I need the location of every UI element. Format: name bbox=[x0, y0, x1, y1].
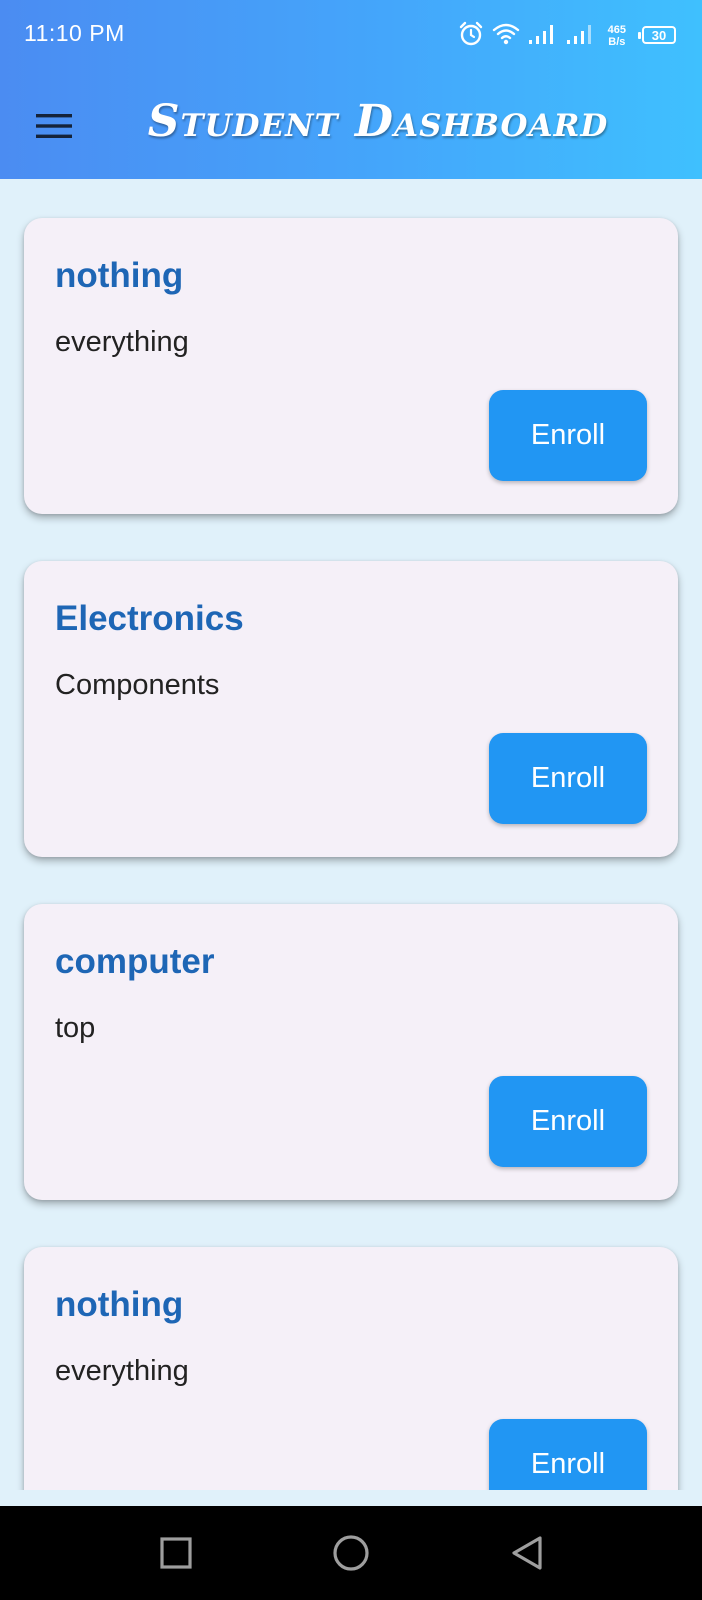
wifi-icon bbox=[492, 22, 520, 51]
network-speed: 465 B/s bbox=[608, 24, 626, 48]
course-description: Components bbox=[55, 669, 220, 701]
course-title: nothing bbox=[55, 1285, 184, 1324]
course-card: Electronics Components Enroll bbox=[24, 561, 678, 857]
enroll-button[interactable]: Enroll bbox=[489, 1419, 647, 1490]
course-card: computer top Enroll bbox=[24, 904, 678, 1200]
course-title: Electronics bbox=[55, 599, 244, 638]
hamburger-menu-icon bbox=[36, 114, 72, 138]
recent-apps-icon bbox=[160, 1537, 192, 1569]
course-title: computer bbox=[55, 942, 215, 981]
alarm-icon bbox=[458, 21, 484, 52]
status-time: 11:10 PM bbox=[24, 20, 125, 46]
status-icons: 465 B/s 30 bbox=[450, 20, 678, 52]
hamburger-menu-button[interactable] bbox=[30, 102, 78, 150]
enroll-button[interactable]: Enroll bbox=[489, 390, 647, 481]
home-button[interactable] bbox=[324, 1526, 378, 1580]
recent-apps-button[interactable] bbox=[149, 1526, 203, 1580]
back-button[interactable] bbox=[500, 1526, 554, 1580]
course-card: nothing everything Enroll bbox=[24, 1247, 678, 1490]
enroll-button[interactable]: Enroll bbox=[489, 1076, 647, 1167]
page-title: Student Dashboard bbox=[147, 96, 609, 147]
course-title: nothing bbox=[55, 256, 184, 295]
app-bar: Student Dashboard bbox=[0, 72, 702, 179]
home-icon bbox=[333, 1535, 369, 1571]
course-list: nothing everything Enroll Electronics Co… bbox=[0, 179, 702, 1490]
course-description: everything bbox=[55, 326, 189, 358]
course-description: everything bbox=[55, 1355, 189, 1387]
system-navigation-bar bbox=[0, 1506, 702, 1600]
signal-icon bbox=[566, 23, 596, 50]
signal-icon bbox=[528, 23, 558, 50]
back-icon bbox=[512, 1536, 542, 1570]
battery-icon: 30 bbox=[638, 26, 678, 46]
network-speed-value: 465 bbox=[607, 24, 626, 36]
status-bar: 11:10 PM 465 B/s 30 bbox=[0, 0, 702, 72]
enroll-button[interactable]: Enroll bbox=[489, 733, 647, 824]
network-speed-unit: B/s bbox=[608, 36, 626, 48]
course-description: top bbox=[55, 1012, 96, 1044]
course-card: nothing everything Enroll bbox=[24, 218, 678, 514]
battery-level: 30 bbox=[642, 26, 676, 44]
